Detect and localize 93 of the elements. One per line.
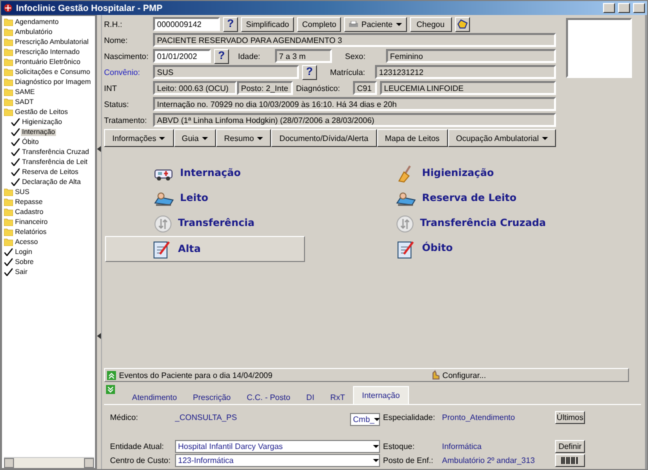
- nursing-post-value: Ambulatório 2º andar_313: [442, 456, 536, 465]
- bed-field: Leito: 000.63 (OCU): [153, 81, 237, 95]
- name-field: PACIENTE RESERVADO PARA AGENDAMENTO 3: [153, 33, 556, 47]
- splitter[interactable]: [96, 15, 102, 469]
- toolbar-menu-button[interactable]: Resumo: [216, 129, 272, 147]
- field-label: Posto de Enf.:: [383, 456, 434, 465]
- clipboard-icon: [396, 238, 416, 258]
- action-button[interactable]: Internação: [105, 161, 305, 186]
- registration-field: 1231231212: [375, 65, 556, 79]
- transfer-icon: [154, 214, 172, 232]
- ambulance-icon: [154, 166, 174, 180]
- barcode-button[interactable]: [555, 454, 585, 467]
- bed-icon: [154, 190, 174, 206]
- field-label: Tratamento:: [104, 116, 148, 124]
- help-button[interactable]: ?: [223, 16, 238, 32]
- printer-icon: [349, 20, 358, 28]
- toolbar-menu-button[interactable]: Mapa de Leitos: [376, 129, 448, 147]
- action-button[interactable]: Leito: [105, 186, 305, 211]
- field-label: Nascimento:: [104, 52, 150, 60]
- action-button[interactable]: Transferência: [105, 211, 305, 236]
- window-title: Infoclinic Gestão Hospitalar - PMP: [16, 3, 164, 13]
- field-label: Centro de Custo:: [110, 456, 172, 465]
- help-button[interactable]: ?: [302, 64, 317, 80]
- caret-icon: [374, 418, 380, 421]
- field-label: Status:: [104, 100, 130, 108]
- minimize-button[interactable]: [603, 3, 615, 13]
- transfer-icon: [396, 214, 414, 232]
- cost-center-select[interactable]: 123-Informática: [175, 454, 380, 467]
- action-button[interactable]: Reserva de Leito: [347, 186, 577, 211]
- field-label: Médico:: [110, 412, 140, 422]
- toolbar-menu-button[interactable]: Guia: [174, 129, 216, 147]
- caret-icon: [373, 459, 379, 462]
- age-field: 7 a 3 m: [275, 49, 332, 63]
- toolbar-menu-button[interactable]: Ocupação Ambulatorial: [448, 129, 556, 147]
- field-label: Nome:: [104, 36, 129, 44]
- tab[interactable]: DI: [298, 390, 322, 404]
- post-field: Posto: 2_Inte: [237, 81, 293, 95]
- photo-frame: [566, 18, 632, 78]
- close-button[interactable]: [633, 3, 645, 13]
- app-logo-icon: [3, 3, 13, 13]
- field-label: INT: [104, 84, 118, 92]
- clipboard-icon: [152, 239, 172, 259]
- hand-button[interactable]: [454, 16, 470, 32]
- recent-button[interactable]: Últimos: [555, 410, 585, 424]
- diagnosis-field: LEUCEMIA LINFOIDE: [380, 81, 556, 95]
- tab[interactable]: Internação: [352, 386, 409, 404]
- insurance-link[interactable]: Convênio:: [104, 68, 150, 76]
- field-label: Matrícula:: [330, 68, 366, 76]
- action-button[interactable]: Transferência Cruzada: [347, 211, 577, 236]
- configure-button[interactable]: Configurar...: [430, 370, 486, 380]
- expand-down-icon[interactable]: [106, 385, 115, 394]
- birth-date-field[interactable]: 01/01/2002: [153, 49, 211, 63]
- patient-button[interactable]: Paciente: [344, 16, 407, 32]
- stock-value: Informática: [442, 442, 483, 451]
- field-label: Especialidade:: [383, 412, 436, 422]
- toolbar-menu-button[interactable]: Informações: [104, 129, 174, 147]
- action-button[interactable]: Higienização: [347, 161, 577, 186]
- tab[interactable]: Prescrição: [184, 390, 239, 404]
- horizontal-scrollbar[interactable]: [4, 457, 94, 468]
- caret-icon: [396, 22, 402, 26]
- field-label: Sexo:: [345, 52, 366, 60]
- entity-select[interactable]: Hospital Infantil Darcy Vargas: [175, 440, 380, 453]
- complete-button[interactable]: Completo: [297, 16, 342, 32]
- caret-icon: [373, 445, 379, 448]
- expand-up-icon[interactable]: [107, 370, 116, 380]
- field-label: Entidade Atual:: [110, 442, 165, 451]
- bed-icon: [396, 190, 416, 206]
- doctor-select[interactable]: Cmb_: [350, 413, 380, 426]
- sex-field: Feminino: [386, 49, 556, 63]
- arrived-button[interactable]: Chegou: [410, 16, 452, 32]
- status-field: Internação no. 70929 no dia 10/03/2009 às 16:10. Há 34 dias e 20h: [153, 97, 556, 111]
- doctor-value: _CONSULTA_PS: [175, 412, 238, 422]
- action-button[interactable]: Óbito: [347, 236, 577, 261]
- tab[interactable]: Atendimento: [124, 390, 185, 404]
- diagnosis-code-field: C91: [353, 81, 377, 95]
- maximize-button[interactable]: [618, 3, 630, 13]
- treatment-field: ABVD (1ª Linha Linfoma Hodgkin) (28/07/2006 a 28/03/2006): [153, 113, 556, 127]
- action-button[interactable]: Alta: [105, 236, 305, 262]
- specialty-value: Pronto_Atendimento: [442, 412, 516, 422]
- help-button[interactable]: ?: [214, 48, 229, 64]
- record-number-field[interactable]: 0000009142: [153, 17, 220, 31]
- simplified-button[interactable]: Simplificado: [241, 16, 294, 32]
- define-button[interactable]: Definir: [555, 440, 585, 453]
- insurance-field: SUS: [153, 65, 299, 79]
- field-label: Idade:: [238, 52, 262, 60]
- toolbar-menu-button[interactable]: Documento/Dívida/Alerta: [271, 129, 377, 147]
- field-label: R.H.:: [104, 20, 124, 28]
- field-label: Diagnóstico:: [296, 84, 342, 92]
- tab[interactable]: RxT: [322, 390, 353, 404]
- tab[interactable]: C.C. - Posto: [238, 390, 298, 404]
- events-title: Eventos do Paciente para o dia 14/04/2009: [119, 370, 274, 380]
- barcode-icon: [561, 457, 579, 464]
- field-label: Estoque:: [383, 442, 416, 451]
